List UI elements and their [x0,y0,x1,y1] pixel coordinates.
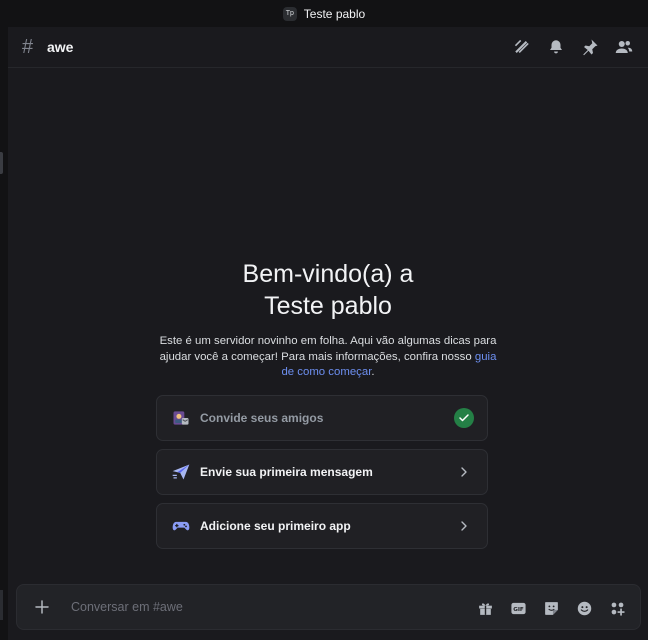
sticker-icon[interactable] [542,599,560,617]
card-send-first-message[interactable]: Envie sua primeira mensagem [156,449,488,495]
chevron-right-icon [454,516,474,536]
bell-icon[interactable] [546,37,566,57]
window-title: Teste pablo [303,6,366,21]
pin-icon[interactable] [580,37,600,57]
chevron-right-icon [454,462,474,482]
welcome-description: Este é um servidor novinho em folha. Aqu… [158,334,498,381]
sidebar-handle-bottom [0,590,3,620]
welcome-section: Bem-vindo(a) a Teste pablo Este é um ser… [8,258,648,381]
card-label: Adicione seu primeiro app [200,519,351,533]
gif-icon[interactable]: GIF [509,599,527,617]
emoji-icon[interactable] [575,599,593,617]
title-bar: Tp Teste pablo [0,0,648,27]
invite-friends-icon [170,407,192,429]
composer-toolbar: GIF [461,585,626,631]
server-icon: Tp [282,6,297,21]
welcome-desc-text: Este é um servidor novinho em folha. Aqu… [159,335,497,363]
welcome-title-line1: Bem-vindo(a) a [242,260,414,288]
apps-icon[interactable] [608,599,626,617]
onboarding-cards: Convide seus amigos Envie sua primeira m… [156,395,488,557]
check-icon [454,408,474,428]
channel-name: awe [47,39,74,55]
plus-icon[interactable] [31,596,53,618]
card-label: Envie sua primeira mensagem [200,465,373,479]
paper-plane-icon [170,461,192,483]
completed-status [454,408,474,428]
threads-icon[interactable] [512,37,532,57]
channel-header: # awe [8,27,648,68]
gamepad-icon [170,515,192,537]
card-invite-friends[interactable]: Convide seus amigos [156,395,488,441]
message-composer: GIF [16,584,641,630]
card-label: Convide seus amigos [200,411,324,425]
sidebar-handle[interactable] [0,152,3,174]
welcome-desc-end: . [371,366,375,378]
members-icon[interactable] [614,37,634,57]
card-add-first-app[interactable]: Adicione seu primeiro app [156,503,488,549]
hash-icon: # [22,35,34,58]
welcome-title-line2: Teste pablo [264,292,392,320]
gift-icon[interactable] [476,599,494,617]
server-sidebar-edge [0,27,8,640]
header-toolbar [512,27,648,67]
message-input[interactable] [69,599,453,615]
svg-text:GIF: GIF [513,606,524,612]
